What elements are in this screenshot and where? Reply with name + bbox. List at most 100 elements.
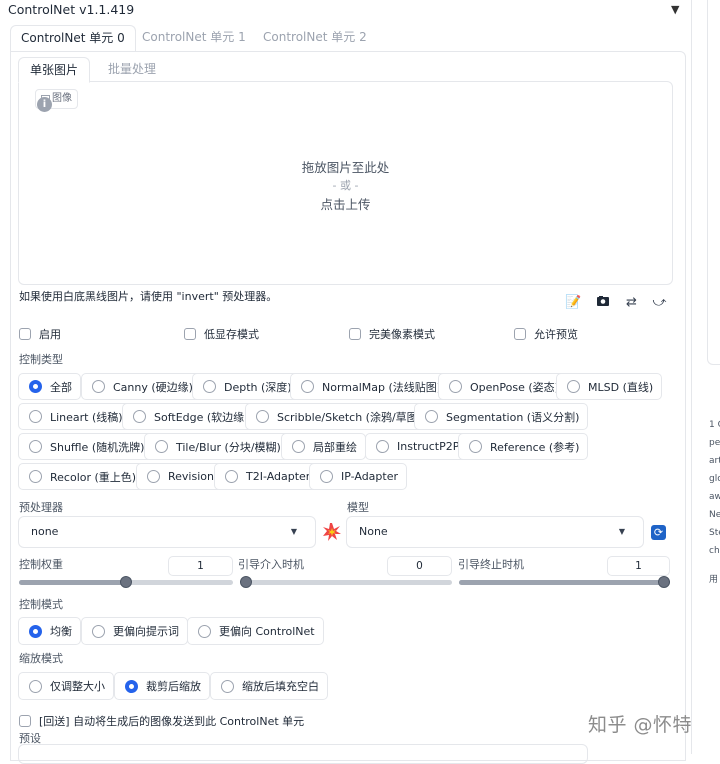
radio-circle[interactable]	[320, 470, 333, 483]
radio-circle[interactable]	[155, 440, 168, 453]
radio-circle[interactable]	[567, 380, 580, 393]
radio-circle[interactable]	[301, 380, 314, 393]
radio-circle[interactable]	[469, 440, 482, 453]
radio-circle[interactable]	[29, 410, 42, 423]
start-slider[interactable]	[240, 576, 452, 588]
control-type-option[interactable]: InstructP2P	[365, 433, 469, 460]
sidebar-text: 用	[709, 575, 719, 585]
control-type-option[interactable]: OpenPose (姿态)	[438, 373, 568, 400]
send-arrow-icon[interactable]: ⤻	[646, 292, 673, 316]
notepad-icon[interactable]: 📝	[560, 292, 587, 316]
control-type-option[interactable]: Canny (硬边缘)	[81, 373, 202, 400]
end-input[interactable]: 1	[607, 556, 670, 576]
start-label: 引导介入时机	[238, 558, 304, 571]
refresh-icon[interactable]: ⟳	[651, 525, 666, 540]
control-type-option[interactable]: SoftEdge (软边缘)	[122, 403, 258, 430]
radio-circle[interactable]	[292, 440, 305, 453]
resize-mode-option[interactable]: 仅调整大小	[18, 672, 114, 700]
checkbox-box[interactable]	[184, 328, 196, 340]
preset-input[interactable]	[18, 744, 588, 764]
checkbox-box[interactable]	[514, 328, 526, 340]
weight-slider[interactable]	[19, 576, 233, 588]
control-type-option[interactable]: Depth (深度)	[192, 373, 301, 400]
tab-single-image[interactable]: 单张图片	[18, 57, 91, 83]
radio-circle[interactable]	[147, 470, 160, 483]
sidebar-text: ch	[709, 546, 720, 556]
control-mode-option[interactable]: 更偏向提示词	[81, 617, 188, 645]
radio-circle[interactable]	[29, 470, 42, 483]
resize-mode-option[interactable]: 裁剪后缩放	[114, 672, 210, 700]
slider-handle[interactable]	[658, 576, 670, 588]
watermark: 知乎 @怀特	[588, 714, 693, 736]
control-type-option[interactable]: Shuffle (随机洗牌)	[18, 433, 154, 460]
radio-circle[interactable]	[221, 679, 234, 693]
sidebar-text: pe	[709, 438, 720, 448]
caret-down-icon: ▼	[618, 527, 625, 536]
pixel-perfect-checkbox[interactable]: 完美像素模式	[349, 326, 435, 342]
control-type-option[interactable]: NormalMap (法线贴图)	[290, 373, 451, 400]
click-upload-text[interactable]: 点击上传	[18, 194, 673, 213]
control-type-option[interactable]: Scribble/Sketch (涂鸦/草图)	[245, 403, 431, 430]
sidebar-text: 1 C	[709, 420, 720, 430]
weight-input[interactable]: 1	[168, 556, 233, 576]
radio-circle[interactable]	[256, 410, 269, 423]
control-type-option[interactable]: Revision	[136, 463, 223, 490]
radio-circle[interactable]	[198, 624, 211, 638]
radio-circle[interactable]	[225, 470, 238, 483]
control-type-option[interactable]: Recolor (重上色)	[18, 463, 146, 490]
loopback-checkbox[interactable]: [回送] 自动将生成后的图像发送到此 ControlNet 单元	[19, 713, 304, 729]
start-input[interactable]: 0	[387, 556, 452, 576]
lowvram-checkbox[interactable]: 低显存模式	[184, 326, 259, 342]
checkbox-box[interactable]	[349, 328, 361, 340]
slider-fill	[459, 580, 670, 585]
slider-handle[interactable]	[240, 576, 252, 588]
checkbox-box[interactable]	[19, 328, 31, 340]
radio-circle[interactable]	[92, 380, 105, 393]
tab-batch[interactable]: 批量处理	[97, 57, 167, 83]
control-mode-option[interactable]: 均衡	[18, 617, 81, 645]
radio-circle[interactable]	[425, 410, 438, 423]
radio-circle[interactable]	[376, 440, 389, 453]
camera-icon[interactable]	[589, 292, 616, 316]
slider-handle[interactable]	[120, 576, 132, 588]
control-type-option[interactable]: MLSD (直线)	[556, 373, 663, 400]
caret-down-icon: ▼	[290, 527, 297, 536]
sidebar-text: Ne	[709, 510, 720, 520]
end-slider[interactable]	[459, 576, 670, 588]
checkbox-box[interactable]	[19, 715, 31, 727]
control-type-option[interactable]: 局部重绘	[281, 433, 366, 460]
radio-circle[interactable]	[92, 624, 105, 638]
sidebar-text: art	[709, 456, 720, 466]
control-type-option[interactable]: 全部	[18, 373, 81, 400]
control-type-option[interactable]: Segmentation (语义分割)	[414, 403, 589, 430]
enable-checkbox[interactable]: 启用	[19, 326, 61, 342]
sidebar-text: Ste	[709, 528, 720, 538]
control-type-option[interactable]: Lineart (线稿)	[18, 403, 132, 430]
radio-circle[interactable]	[203, 380, 216, 393]
resize-mode-option[interactable]: 缩放后填充空白	[210, 672, 328, 700]
radio-selected[interactable]	[29, 624, 42, 638]
radio-circle[interactable]	[29, 440, 42, 453]
radio-selected[interactable]	[125, 679, 138, 693]
tab-unit-2[interactable]: ControlNet 单元 2	[253, 25, 377, 52]
or-text: - 或 -	[332, 179, 359, 192]
allow-preview-checkbox[interactable]: 允许预览	[514, 326, 578, 342]
preprocessor-select[interactable]: none ▼	[18, 516, 316, 548]
control-mode-option[interactable]: 更偏向 ControlNet	[187, 617, 324, 645]
control-type-option[interactable]: Tile/Blur (分块/模糊)	[144, 433, 290, 460]
control-type-option[interactable]: IP-Adapter	[309, 463, 408, 490]
tab-unit-0[interactable]: ControlNet 单元 0	[10, 25, 136, 52]
radio-selected[interactable]	[29, 380, 42, 393]
model-select[interactable]: None ▼	[346, 516, 644, 548]
explosion-icon[interactable]	[322, 522, 342, 542]
end-label: 引导终止时机	[458, 558, 524, 571]
control-type-option[interactable]: T2I-Adapter	[214, 463, 320, 490]
control-type-option[interactable]: Reference (参考)	[458, 433, 589, 460]
triangle-down-icon[interactable]: ▼	[671, 3, 679, 16]
radio-circle[interactable]	[133, 410, 146, 423]
radio-circle[interactable]	[449, 380, 462, 393]
swap-icon[interactable]: ⇄	[618, 292, 645, 316]
invert-hint: 如果使用白底黑线图片，请使用 "invert" 预处理器。	[19, 290, 278, 303]
radio-circle[interactable]	[29, 679, 42, 693]
tab-unit-1[interactable]: ControlNet 单元 1	[132, 25, 256, 52]
